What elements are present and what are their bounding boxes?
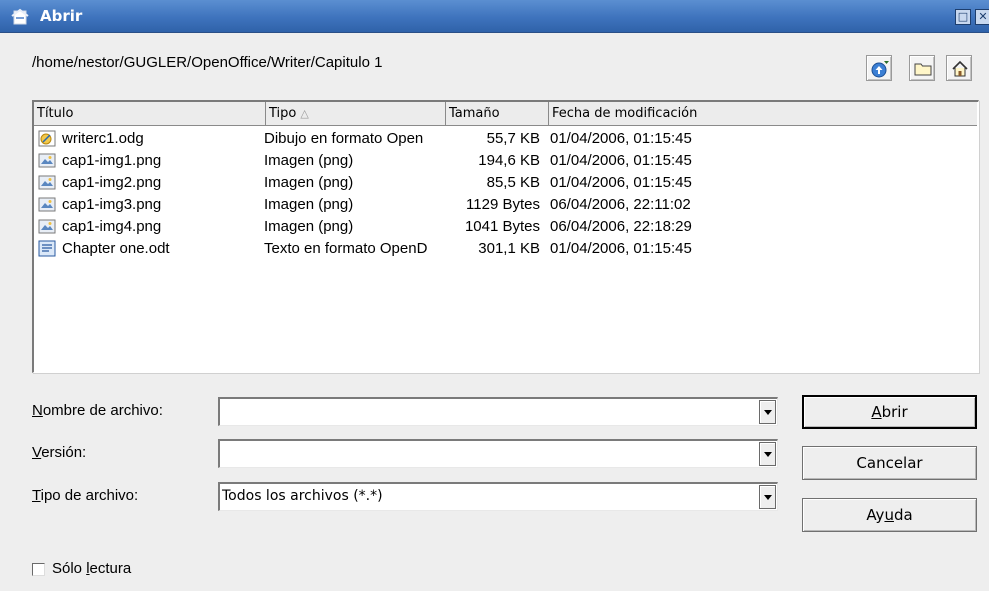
version-label: Versión: — [32, 444, 86, 461]
image-file-icon — [38, 175, 56, 190]
label-text: ectura — [89, 560, 132, 577]
image-file-icon — [38, 197, 56, 212]
up-one-level-button[interactable] — [866, 55, 892, 81]
current-path: /home/nestor/GUGLER/OpenOffice/Writer/Ca… — [32, 54, 383, 71]
file-size: 194,6 KB — [478, 152, 540, 169]
file-size: 301,1 KB — [478, 240, 540, 257]
file-name: cap1-img2.png — [62, 174, 162, 191]
file-row[interactable]: cap1-img1.png Imagen (png) 194,6 KB 01/0… — [34, 150, 977, 172]
file-date: 06/04/2006, 22:11:02 — [550, 196, 691, 213]
sort-ascending-icon: △ — [300, 107, 309, 120]
column-header-size[interactable]: Tamaño — [446, 102, 549, 126]
chevron-down-icon[interactable] — [759, 442, 776, 466]
file-size: 55,7 KB — [486, 130, 540, 147]
file-type: Imagen (png) — [264, 174, 354, 191]
file-row[interactable]: Chapter one.odt Texto en formato OpenD 3… — [34, 238, 977, 260]
file-list[interactable]: Título Tipo △ Tamaño Fecha de modificació… — [32, 100, 979, 373]
file-type: Imagen (png) — [264, 152, 354, 169]
maximize-button[interactable]: □ — [955, 9, 971, 25]
label-text: ersión: — [41, 444, 87, 461]
new-folder-button[interactable] — [909, 55, 935, 81]
file-row[interactable]: cap1-img4.png Imagen (png) 1041 Bytes 06… — [34, 216, 977, 238]
file-row[interactable]: writerc1.odg Dibujo en formato Open 55,7… — [34, 128, 977, 150]
file-name: Chapter one.odt — [62, 240, 170, 257]
mnemonic: T — [32, 487, 41, 504]
file-name: cap1-img4.png — [62, 218, 162, 235]
file-date: 01/04/2006, 01:15:45 — [550, 240, 692, 257]
readonly-checkbox[interactable] — [32, 563, 45, 576]
file-type: Imagen (png) — [264, 218, 354, 235]
column-header-type[interactable]: Tipo △ — [266, 102, 446, 126]
default-directory-icon — [952, 60, 968, 77]
file-date: 01/04/2006, 01:15:45 — [550, 130, 692, 147]
drawing-file-icon — [38, 130, 56, 147]
help-button[interactable]: Ayuda — [802, 498, 977, 532]
file-date: 06/04/2006, 22:18:29 — [550, 218, 692, 235]
mnemonic: u — [884, 506, 894, 524]
file-size: 85,5 KB — [486, 174, 540, 191]
label-text: ipo de archivo: — [40, 487, 139, 504]
filetype-combobox[interactable]: Todos los archivos (*.*) — [218, 482, 778, 511]
button-label: Ay — [866, 506, 885, 524]
file-date: 01/04/2006, 01:15:45 — [550, 174, 692, 191]
mnemonic: A — [871, 403, 882, 421]
mnemonic: V — [32, 444, 42, 461]
up-one-level-icon — [871, 61, 889, 78]
file-row[interactable]: cap1-img2.png Imagen (png) 85,5 KB 01/04… — [34, 172, 977, 194]
label-text: Sólo — [52, 560, 87, 577]
readonly-label[interactable]: Sólo lectura — [52, 560, 131, 577]
file-type: Dibujo en formato Open — [264, 130, 424, 147]
button-label: da — [893, 506, 913, 524]
new-folder-icon — [914, 63, 932, 76]
filetype-value: Todos los archivos (*.*) — [222, 488, 383, 504]
window-app-icon — [11, 8, 29, 25]
file-type: Texto en formato OpenD — [264, 240, 428, 257]
open-button[interactable]: Abrir — [802, 395, 977, 429]
file-name: cap1-img3.png — [62, 196, 162, 213]
open-dialog: Abrir □ ✕ /home/nestor/GUGLER/OpenOffice… — [0, 0, 989, 591]
file-name: writerc1.odg — [62, 130, 144, 147]
column-header-title[interactable]: Título — [34, 102, 266, 126]
column-header-date[interactable]: Fecha de modificación — [549, 102, 977, 126]
window-title: Abrir — [40, 7, 83, 25]
title-bar[interactable]: Abrir □ ✕ — [0, 0, 989, 33]
column-header-label: Tipo — [269, 106, 297, 121]
file-size: 1129 Bytes — [466, 196, 540, 213]
cancel-button[interactable]: Cancelar — [802, 446, 977, 480]
file-type: Imagen (png) — [264, 196, 354, 213]
column-header-label: Título — [37, 106, 74, 121]
default-directory-button[interactable] — [946, 55, 972, 81]
text-document-icon — [38, 240, 56, 257]
version-combobox[interactable] — [218, 439, 778, 468]
chevron-down-icon[interactable] — [759, 400, 776, 424]
filename-combobox[interactable] — [218, 397, 778, 426]
file-row[interactable]: cap1-img3.png Imagen (png) 1129 Bytes 06… — [34, 194, 977, 216]
chevron-down-icon[interactable] — [759, 485, 776, 509]
image-file-icon — [38, 153, 56, 168]
button-label: brir — [881, 403, 908, 421]
column-header-label: Tamaño — [449, 106, 500, 121]
column-header-label: Fecha de modificación — [552, 106, 698, 121]
image-file-icon — [38, 219, 56, 234]
filename-label: Nombre de archivo: — [32, 402, 163, 419]
file-size: 1041 Bytes — [464, 218, 540, 235]
mnemonic: N — [32, 402, 43, 419]
file-name: cap1-img1.png — [62, 152, 162, 169]
label-text: ombre de archivo: — [42, 402, 163, 419]
file-date: 01/04/2006, 01:15:45 — [550, 152, 692, 169]
filetype-label: Tipo de archivo: — [32, 487, 138, 504]
close-button[interactable]: ✕ — [975, 9, 989, 25]
